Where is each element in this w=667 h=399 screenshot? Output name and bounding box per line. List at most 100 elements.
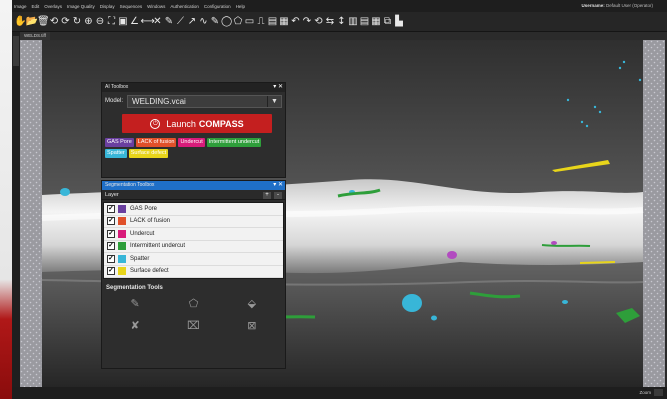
user-info: Username: Default User (Operator) xyxy=(581,3,653,8)
layer-row[interactable]: ✓ LACK of fusion xyxy=(104,216,283,228)
panel-controls[interactable]: ▾ ✕ xyxy=(273,181,283,190)
zoom-in-icon[interactable]: ⊕ xyxy=(83,15,94,29)
status-bar: Zoom xyxy=(12,387,667,399)
zoom-out-icon[interactable]: ⊖ xyxy=(95,15,106,29)
remove-layer-button[interactable]: - xyxy=(274,191,282,199)
layer-checkbox[interactable]: ✓ xyxy=(107,242,115,251)
delete-icon[interactable]: 🗑 xyxy=(37,15,50,29)
class-chip[interactable]: GAS Pore xyxy=(105,138,134,147)
hand-icon[interactable]: ✋ xyxy=(14,15,26,29)
layer-label: LACK of fusion xyxy=(130,218,171,225)
line-profile-icon[interactable]: ⎍ xyxy=(256,15,267,29)
layer-label: Undercut xyxy=(130,230,155,237)
polygon-icon[interactable]: ⬠ xyxy=(233,15,244,29)
menu-bar: Image Edit Overlays Image Quality Displa… xyxy=(12,0,667,12)
pen-icon[interactable]: ✎ xyxy=(164,15,175,29)
layer-checkbox[interactable]: ✓ xyxy=(107,229,115,238)
grid-icon[interactable]: ▦ xyxy=(371,15,382,29)
class-chip[interactable]: Spatter xyxy=(105,149,127,158)
class-chip[interactable]: LACK of fusion xyxy=(135,138,177,147)
menu-configuration[interactable]: Configuration xyxy=(204,4,231,9)
menu-image[interactable]: Image xyxy=(14,4,27,9)
layer-row[interactable]: ✓ GAS Pore xyxy=(104,203,283,216)
menu-help[interactable]: Help xyxy=(236,4,245,9)
polyline-icon[interactable]: ⟋ xyxy=(175,15,186,29)
menu-sequences[interactable]: Sequences xyxy=(120,4,143,9)
segmentation-tools: ✎ ⬠ ⬙ ✘ ⌧ ⊠ xyxy=(102,291,285,333)
add-layer-button[interactable]: + xyxy=(263,191,271,199)
rectangle-icon[interactable]: ▭ xyxy=(244,15,255,29)
layer-label: Intermittent undercut xyxy=(130,243,186,250)
layer-checkbox[interactable]: ✓ xyxy=(107,254,115,263)
chart-icon[interactable]: ▙ xyxy=(394,15,405,29)
annotation-icon[interactable]: ✎ xyxy=(210,15,221,29)
layer-color-swatch xyxy=(118,204,126,213)
zoom-label: Zoom xyxy=(639,390,651,395)
launch-compass-button[interactable]: ⏻ Launch COMPASS xyxy=(122,114,272,133)
histogram-icon[interactable]: ▤ xyxy=(267,15,278,29)
fill-icon[interactable]: ⬙ xyxy=(223,297,281,311)
ai-toolbox-titlebar[interactable]: AI Toolbox ▾ ✕ xyxy=(102,83,285,92)
ellipse-icon[interactable]: ◯ xyxy=(221,15,232,29)
prev-icon[interactable]: ⟲ xyxy=(49,15,60,29)
redo-icon[interactable]: ↷ xyxy=(302,15,313,29)
model-select[interactable]: WELDING.vcai ▼ xyxy=(127,94,283,108)
rotate-icon[interactable]: ↻ xyxy=(72,15,83,29)
erase-brush-icon[interactable]: ✘ xyxy=(106,319,164,333)
layer-label: GAS Pore xyxy=(130,205,158,212)
menu-windows[interactable]: Windows xyxy=(147,4,165,9)
layer-header: Layer + - xyxy=(102,190,285,200)
undo-icon[interactable]: ↶ xyxy=(290,15,301,29)
layer-checkbox[interactable]: ✓ xyxy=(107,204,115,213)
menu-display[interactable]: Display xyxy=(100,4,115,9)
compare-icon[interactable]: ⧉ xyxy=(382,15,393,29)
zoom-field[interactable] xyxy=(654,389,663,396)
open-icon[interactable]: 📂 xyxy=(26,15,38,29)
model-row: Model: WELDING.vcai ▼ xyxy=(102,92,285,110)
layer-checkbox[interactable]: ✓ xyxy=(107,217,115,226)
layer-label: Spatter xyxy=(130,255,150,262)
layer-checkbox[interactable]: ✓ xyxy=(107,267,115,276)
layer-row[interactable]: ✓ Undercut xyxy=(104,228,283,241)
overlay-icon[interactable]: ▤ xyxy=(359,15,370,29)
invert-icon[interactable]: ↕ xyxy=(336,15,347,29)
document-tab[interactable]: WELDS.tiff xyxy=(20,32,50,40)
model-value: WELDING.vcai xyxy=(132,96,186,106)
arrow-icon[interactable]: ↗ xyxy=(187,15,198,29)
menu-authentication[interactable]: Authentication xyxy=(170,4,199,9)
dropdown-arrow-icon[interactable]: ▼ xyxy=(267,95,281,107)
segmentation-titlebar[interactable]: Segmentation Toolbox ▾ ✕ xyxy=(102,181,285,190)
layer-row[interactable]: ✓ Intermittent undercut xyxy=(104,241,283,253)
class-chip[interactable]: Surface defect xyxy=(128,149,169,158)
reset-icon[interactable]: ⟲ xyxy=(313,15,324,29)
ai-toolbox-title: AI Toolbox xyxy=(105,84,129,90)
layer-label: Surface defect xyxy=(130,268,169,275)
layer-color-swatch xyxy=(118,229,126,238)
layout-icon[interactable]: ▥ xyxy=(348,15,359,29)
class-chip[interactable]: Undercut xyxy=(178,138,205,147)
snapshot-icon[interactable]: ▦ xyxy=(279,15,290,29)
layer-row[interactable]: ✓ Spatter xyxy=(104,253,283,266)
menu-edit[interactable]: Edit xyxy=(32,4,40,9)
curve-icon[interactable]: ∿ xyxy=(198,15,209,29)
image-icon[interactable]: ▣ xyxy=(118,15,129,29)
layer-color-swatch xyxy=(118,242,126,251)
erase-polygon-icon[interactable]: ⌧ xyxy=(164,319,222,333)
menu-image-quality[interactable]: Image Quality xyxy=(67,4,95,9)
erase-fill-icon[interactable]: ⊠ xyxy=(223,319,281,333)
angle-icon[interactable]: ∠ xyxy=(129,15,140,29)
marker-icon[interactable]: ✕ xyxy=(152,15,163,29)
ruler-icon[interactable]: ⟷ xyxy=(141,15,155,29)
side-tab[interactable] xyxy=(12,32,20,399)
flip-icon[interactable]: ⇆ xyxy=(325,15,336,29)
brush-icon[interactable]: ✎ xyxy=(106,297,164,311)
class-chip[interactable]: Intermittent undercut xyxy=(206,138,262,147)
layer-row[interactable]: ✓ Surface defect xyxy=(104,266,283,278)
panel-controls[interactable]: ▾ ✕ xyxy=(273,83,283,92)
segmentation-toolbox-panel: Segmentation Toolbox ▾ ✕ Layer + - ✓ GAS … xyxy=(101,180,286,369)
fit-icon[interactable]: ⛶ xyxy=(106,15,117,29)
next-icon[interactable]: ⟳ xyxy=(60,15,71,29)
polygon-tool-icon[interactable]: ⬠ xyxy=(164,297,222,311)
menu-overlays[interactable]: Overlays xyxy=(44,4,62,9)
launch-label-bold: COMPASS xyxy=(198,118,244,129)
